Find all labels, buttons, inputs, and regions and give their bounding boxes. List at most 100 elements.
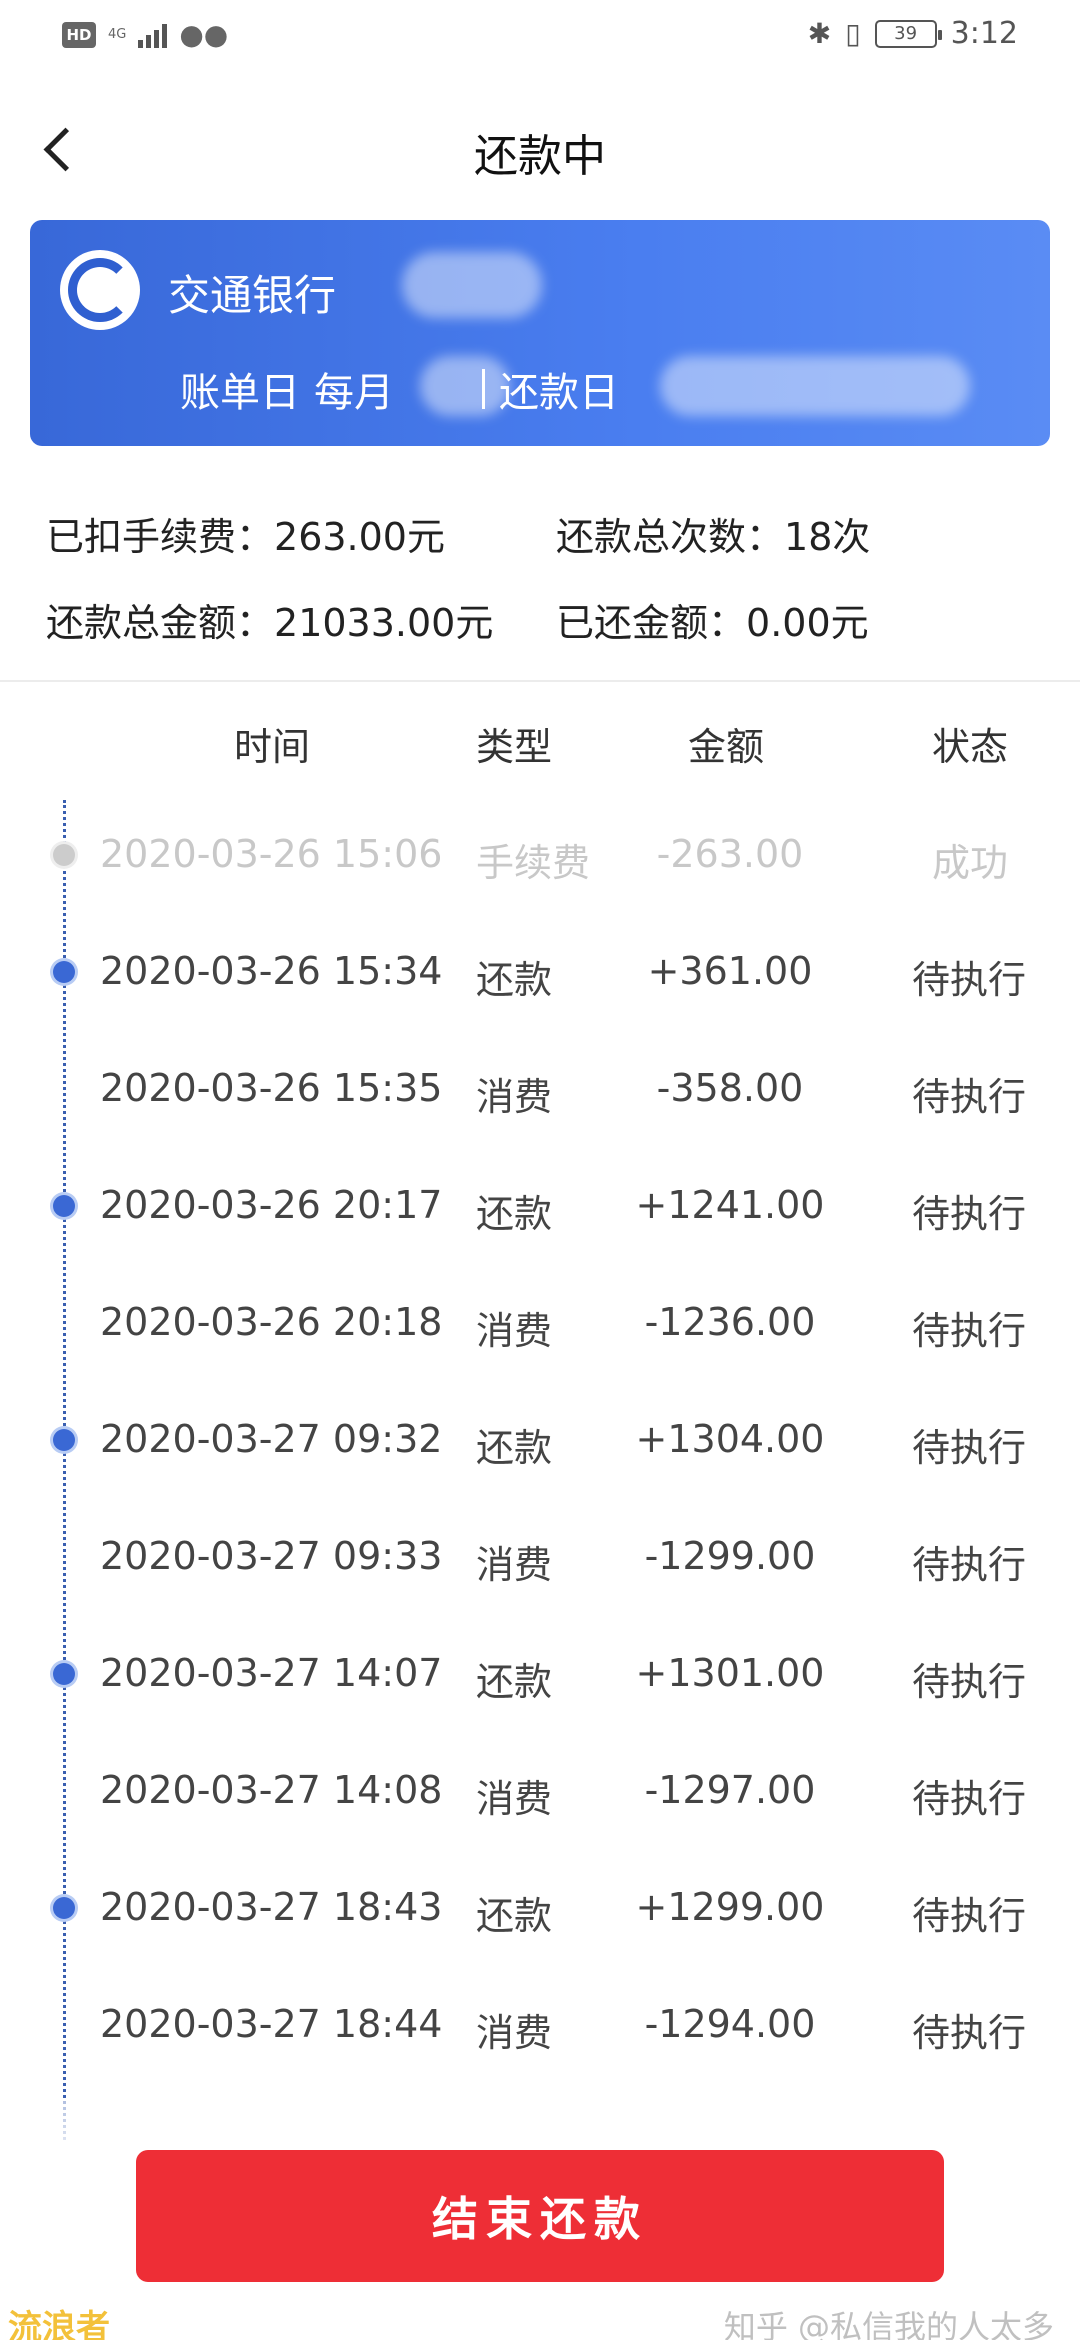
- bill-line: 账单日 每月 还款日: [180, 360, 619, 418]
- row-status: 待执行: [912, 1894, 1027, 1938]
- row-amount: -1236.00: [644, 1300, 816, 1344]
- row-time: 2020-03-27 14:07: [100, 1651, 443, 1695]
- column-header-time: 时间: [234, 725, 311, 769]
- repaid-label: 已还金额：: [556, 600, 747, 645]
- summary-row: 还款总金额：21033.00元 已还金额：0.00元: [46, 576, 1046, 662]
- table-header: 时间 类型 金额 状态: [0, 706, 1080, 786]
- timeline-dot-icon: [53, 1429, 75, 1451]
- row-type: 手续费: [476, 841, 591, 885]
- fee-label: 已扣手续费：: [46, 514, 275, 559]
- repaid-value: 0.00元: [746, 600, 869, 645]
- column-header-status: 状态: [932, 725, 1009, 769]
- row-amount: +1299.00: [635, 1885, 825, 1929]
- watermark-zhihu: 知乎 @私信我的人太多: [723, 2308, 1054, 2340]
- row-amount: -1294.00: [644, 2002, 816, 2046]
- bank-logo-icon: [60, 250, 140, 330]
- table-row: 2020-03-26 15:35 消费 -358.00 待执行: [0, 1034, 1080, 1151]
- row-time: 2020-03-26 15:06: [100, 832, 443, 876]
- column-header-type: 类型: [476, 725, 553, 769]
- row-type: 还款: [476, 1426, 553, 1470]
- row-amount: +1304.00: [635, 1417, 825, 1461]
- timeline-dot-icon: [53, 1195, 75, 1217]
- row-time: 2020-03-27 09:32: [100, 1417, 443, 1461]
- row-status: 待执行: [912, 2011, 1027, 2055]
- table-row: 2020-03-26 15:34 还款 +361.00 待执行: [0, 917, 1080, 1034]
- masked-card-number: [402, 252, 542, 318]
- page-title: 还款中: [474, 131, 606, 182]
- row-status: 待执行: [912, 1192, 1027, 1236]
- hd-icon: HD: [62, 21, 96, 48]
- header: 还款中: [0, 80, 1080, 220]
- row-type: 消费: [476, 1309, 553, 1353]
- row-amount: +1241.00: [635, 1183, 825, 1227]
- fee-summary: 已扣手续费：263.00元: [46, 506, 556, 561]
- clock: 3:12: [950, 16, 1018, 51]
- row-time: 2020-03-27 18:43: [100, 1885, 443, 1929]
- bill-day-label: 账单日: [180, 370, 300, 416]
- table-row: 2020-03-26 20:18 消费 -1236.00 待执行: [0, 1268, 1080, 1385]
- fee-value: 263.00元: [274, 514, 445, 559]
- bank-name: 交通银行: [168, 271, 337, 320]
- table-row: 2020-03-27 18:43 还款 +1299.00 待执行: [0, 1853, 1080, 1970]
- row-type: 消费: [476, 1777, 553, 1821]
- wechat-icon: ●●: [179, 18, 229, 51]
- timeline-dot-icon: [53, 844, 75, 866]
- count-value: 18次: [784, 514, 871, 559]
- row-amount: -263.00: [656, 832, 804, 876]
- row-status: 待执行: [912, 1660, 1027, 1704]
- row-status: 待执行: [912, 958, 1027, 1002]
- status-right: ✱ ▯ 39 3:12: [808, 16, 1018, 51]
- count-label: 还款总次数：: [556, 514, 785, 559]
- watermark-logo: 流浪者: [8, 2308, 110, 2340]
- row-status: 待执行: [912, 1309, 1027, 1353]
- count-summary: 还款总次数：18次: [556, 506, 870, 561]
- vibrate-icon: ▯: [845, 17, 861, 50]
- repay-day-label: 还款日: [499, 370, 619, 416]
- row-status: 待执行: [912, 1777, 1027, 1821]
- row-status: 待执行: [912, 1543, 1027, 1587]
- status-left: HD 4G ●●: [62, 18, 228, 51]
- timeline-dot-icon: [53, 1897, 75, 1919]
- repaid-summary: 已还金额：0.00元: [556, 592, 869, 647]
- row-type: 还款: [476, 1660, 553, 1704]
- total-value: 21033.00元: [274, 600, 494, 645]
- row-time: 2020-03-26 20:18: [100, 1300, 443, 1344]
- row-amount: -1299.00: [644, 1534, 816, 1578]
- summary: 已扣手续费：263.00元 还款总次数：18次 还款总金额：21033.00元 …: [46, 490, 1046, 662]
- bill-day-prefix: 每月: [314, 370, 394, 416]
- bank-card: 交通银行 账单日 每月 还款日: [30, 220, 1050, 446]
- row-time: 2020-03-27 14:08: [100, 1768, 443, 1812]
- transaction-list[interactable]: 2020-03-26 15:06 手续费 -263.00 成功 2020-03-…: [0, 800, 1080, 2087]
- timeline-dot-icon: [53, 1663, 75, 1685]
- row-time: 2020-03-26 15:35: [100, 1066, 443, 1110]
- row-time: 2020-03-26 20:17: [100, 1183, 443, 1227]
- row-status: 待执行: [912, 1426, 1027, 1470]
- row-type: 消费: [476, 2011, 553, 2055]
- row-type: 还款: [476, 1192, 553, 1236]
- row-amount: +361.00: [647, 949, 813, 993]
- bluetooth-icon: ✱: [807, 17, 832, 50]
- row-type: 还款: [476, 1894, 553, 1938]
- signal-icon: [138, 22, 168, 48]
- masked-repay-day: [660, 356, 970, 416]
- row-type: 还款: [476, 958, 553, 1002]
- row-type: 消费: [476, 1543, 553, 1587]
- masked-bill-day: [420, 356, 510, 416]
- table-row: 2020-03-26 20:17 还款 +1241.00 待执行: [0, 1151, 1080, 1268]
- row-amount: -358.00: [656, 1066, 804, 1110]
- network-label: 4G: [108, 26, 127, 42]
- total-label: 还款总金额：: [46, 600, 275, 645]
- row-time: 2020-03-27 18:44: [100, 2002, 443, 2046]
- table-row: 2020-03-27 14:07 还款 +1301.00 待执行: [0, 1619, 1080, 1736]
- section-divider: [0, 680, 1080, 682]
- column-header-amount: 金额: [688, 725, 765, 769]
- end-repayment-button[interactable]: 结束还款: [136, 2150, 944, 2282]
- row-time: 2020-03-27 09:33: [100, 1534, 443, 1578]
- row-time: 2020-03-26 15:34: [100, 949, 443, 993]
- table-row: 2020-03-26 15:06 手续费 -263.00 成功: [0, 800, 1080, 917]
- battery-icon: 39: [874, 19, 942, 48]
- row-type: 消费: [476, 1075, 553, 1119]
- status-bar: HD 4G ●● ✱ ▯ 39 3:12: [0, 0, 1080, 80]
- timeline-dot-icon: [53, 961, 75, 983]
- table-row: 2020-03-27 09:32 还款 +1304.00 待执行: [0, 1385, 1080, 1502]
